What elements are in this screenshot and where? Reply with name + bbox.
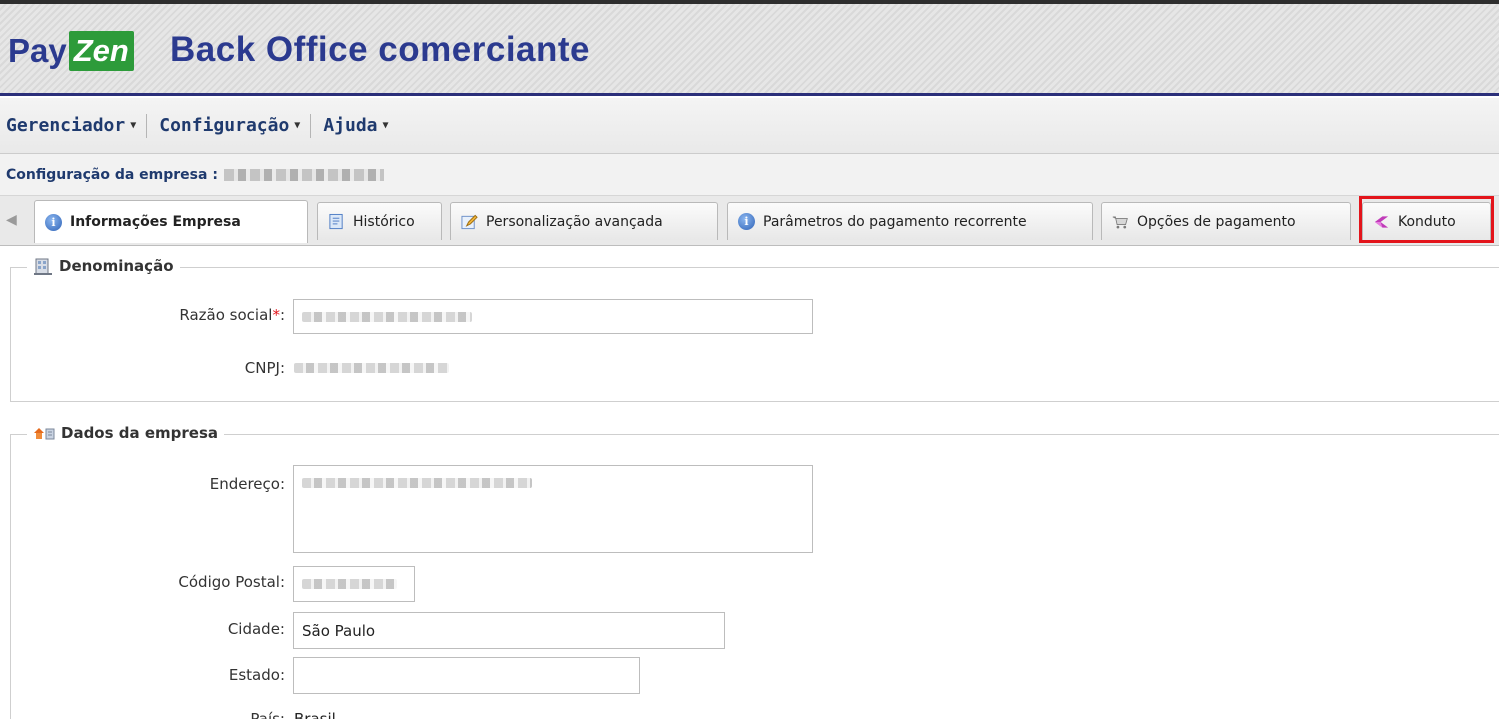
tab-label: Informações Empresa: [70, 214, 241, 230]
redacted-value: [302, 579, 397, 589]
legend-denominacao-text: Denominação: [59, 257, 174, 275]
logo-zen-text: Zen: [68, 31, 134, 71]
label-pais: País:: [250, 710, 285, 719]
logo-pay-text: Pay: [8, 32, 67, 69]
tab-label: Personalização avançada: [486, 213, 663, 230]
company-config-bar: Configuração da empresa :: [0, 154, 1499, 196]
label-razao-social: Razão social*:: [80, 306, 285, 324]
caret-down-icon: ▼: [382, 120, 389, 131]
caret-down-icon: ▼: [294, 120, 301, 131]
menu-configuracao[interactable]: Configuração ▼: [159, 115, 310, 136]
redacted-company-name: [223, 168, 384, 181]
label-estado: Estado:: [228, 666, 285, 684]
home-card-icon: [33, 425, 55, 441]
menu-gerenciador-label: Gerenciador: [6, 115, 126, 136]
legend-denominacao: Denominação: [27, 257, 180, 275]
tab-personalizacao-avancada[interactable]: Personalização avançada: [450, 202, 718, 240]
scroll-left-arrow-icon[interactable]: ◀: [6, 212, 17, 228]
razao-social-input[interactable]: [293, 299, 813, 334]
info-icon: i: [45, 213, 62, 231]
tab-informacoes-empresa[interactable]: i Informações Empresa: [34, 200, 308, 243]
tab-parametros-pagamento-recorrente[interactable]: i Parâmetros do pagamento recorrente: [727, 202, 1093, 240]
razao-colon: :: [279, 306, 285, 324]
redacted-value: [302, 478, 532, 488]
legend-dados-empresa: Dados da empresa: [27, 424, 225, 442]
cart-icon: [1112, 213, 1129, 230]
fieldset-denominacao: Denominação: [10, 257, 1499, 402]
building-icon: [33, 257, 53, 275]
codigo-postal-input[interactable]: [293, 566, 415, 602]
main-menu: Gerenciador ▼ Configuração ▼ Ajuda ▼: [0, 98, 1499, 154]
tab-label: Parâmetros do pagamento recorrente: [763, 213, 1027, 230]
endereco-textarea[interactable]: [293, 465, 813, 553]
payzen-logo[interactable]: Pay Zen: [8, 28, 134, 74]
konduto-highlight-box: [1359, 196, 1494, 243]
razao-label-text: Razão social: [179, 306, 273, 324]
label-endereco: Endereço:: [209, 475, 285, 493]
document-icon: [328, 213, 345, 230]
caret-down-icon: ▼: [130, 120, 137, 131]
label-cnpj: CNPJ:: [244, 359, 285, 377]
redacted-value: [302, 311, 472, 322]
menu-separator: [310, 113, 312, 138]
cnpj-value: [294, 363, 449, 373]
label-codigo-postal: Código Postal:: [178, 573, 285, 591]
redacted-value: [294, 363, 449, 373]
tab-label: Histórico: [353, 213, 415, 230]
menu-gerenciador[interactable]: Gerenciador ▼: [6, 115, 146, 136]
menu-ajuda[interactable]: Ajuda ▼: [323, 115, 398, 136]
label-cidade: Cidade:: [227, 620, 285, 638]
tab-opcoes-de-pagamento[interactable]: Opções de pagamento: [1101, 202, 1351, 240]
tab-label: Opções de pagamento: [1137, 213, 1296, 230]
tab-strip: ◀ i Informações Empresa Histórico Person…: [0, 196, 1499, 246]
edit-icon: [461, 213, 478, 230]
cidade-input[interactable]: São Paulo: [293, 612, 725, 649]
pais-value: Brasil: [294, 710, 336, 719]
menu-ajuda-label: Ajuda: [323, 115, 378, 136]
required-mark: *: [272, 306, 280, 324]
tab-historico[interactable]: Histórico: [317, 202, 442, 240]
app-title: Back Office comerciante: [170, 30, 591, 69]
app-header: Pay Zen Back Office comerciante: [0, 0, 1499, 96]
menu-configuracao-label: Configuração: [159, 115, 290, 136]
info-icon: i: [738, 213, 755, 230]
estado-input[interactable]: [293, 657, 640, 694]
company-config-label: Configuração da empresa :: [6, 166, 218, 183]
menu-separator: [146, 113, 148, 138]
legend-dados-empresa-text: Dados da empresa: [61, 424, 219, 442]
